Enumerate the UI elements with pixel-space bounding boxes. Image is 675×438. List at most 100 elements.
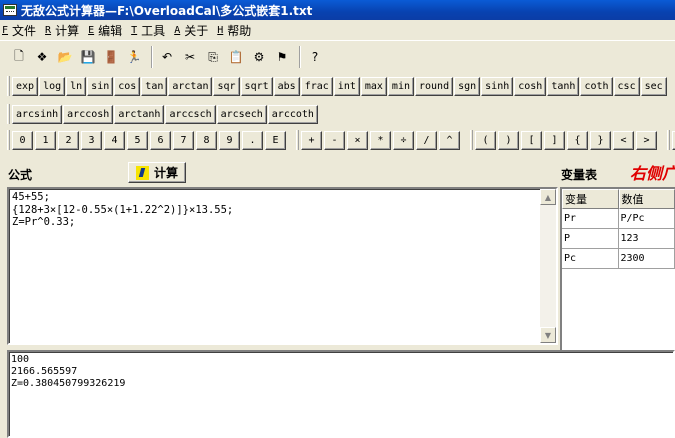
function-button[interactable]: sqr (213, 76, 240, 96)
operator-button[interactable]: / (416, 130, 437, 150)
scroll-up-icon[interactable]: ▲ (540, 189, 556, 205)
toolbar-grip[interactable] (7, 104, 10, 124)
function-button[interactable]: arctan (168, 76, 213, 96)
result-output[interactable]: 100 2166.565597 Z=0.380450799326219 (7, 350, 675, 438)
operator-button[interactable]: * (370, 130, 391, 150)
function-button[interactable]: log (39, 76, 66, 96)
formula-label: 公式 (8, 168, 33, 182)
digit-button[interactable]: 4 (104, 130, 125, 150)
bracket-button[interactable]: [ (521, 130, 542, 150)
function-button[interactable]: arcsech (216, 104, 267, 124)
table-row[interactable]: Pr P/Pc (562, 209, 675, 229)
function-button[interactable]: coth (580, 76, 613, 96)
new-file-icon[interactable]: 🗋 (9, 47, 29, 68)
digit-button[interactable]: 3 (81, 130, 102, 150)
bracket-button[interactable]: ( (475, 130, 496, 150)
menu-item-4[interactable]: A 关于 (174, 22, 208, 39)
digit-button[interactable]: 7 (173, 130, 194, 150)
digit-button[interactable]: 8 (196, 130, 217, 150)
function-button[interactable]: arccoth (267, 104, 318, 124)
exit-icon[interactable]: 🚪 (101, 47, 121, 68)
toolbar-separator (151, 46, 153, 68)
open-folder-icon[interactable]: 📂 (55, 47, 75, 68)
editor-scrollbar[interactable]: ▲ ▼ (540, 189, 556, 343)
toolbar-grip[interactable] (7, 76, 10, 96)
table-row[interactable]: P 123 (562, 229, 675, 249)
function-button[interactable]: int (333, 76, 360, 96)
toolbar-grip[interactable] (7, 130, 10, 150)
function-button[interactable]: csc (613, 76, 640, 96)
toolbar-grip[interactable] (470, 130, 473, 150)
menu-item-5[interactable]: H 帮助 (217, 22, 251, 39)
function-button[interactable]: abs (273, 76, 300, 96)
function-button[interactable]: exp (12, 76, 39, 96)
bracket-button[interactable]: } (590, 130, 611, 150)
function-button[interactable]: arcsinh (12, 104, 63, 124)
variable-name-cell[interactable]: Pc (562, 249, 619, 269)
formula-text[interactable]: 45+55; {128+3×[12-0.55×(1+1.22^2)]}×13.5… (12, 191, 538, 229)
function-button[interactable]: sgn (454, 76, 481, 96)
digit-button[interactable]: . (242, 130, 263, 150)
toolbar-grip[interactable] (296, 130, 299, 150)
variable-value-cell[interactable]: 123 (618, 229, 675, 249)
operator-button[interactable]: ÷ (393, 130, 414, 150)
digit-button[interactable]: E (265, 130, 286, 150)
digit-button[interactable]: 0 (12, 130, 33, 150)
run-icon[interactable]: 🏃 (124, 47, 144, 68)
template-icon[interactable]: ❖ (32, 47, 52, 68)
function-button[interactable]: arccosh (63, 104, 114, 124)
menu-item-1[interactable]: R 计算 (45, 22, 79, 39)
function-button[interactable]: frac (300, 76, 333, 96)
undo-icon[interactable]: ↶ (157, 47, 177, 68)
operator-button[interactable]: - (324, 130, 345, 150)
menu-item-2[interactable]: E 编辑 (88, 22, 122, 39)
function-button[interactable]: ln (66, 76, 87, 96)
operator-button[interactable]: × (347, 130, 368, 150)
column-header-variable[interactable]: 变量 (562, 189, 619, 209)
operator-button[interactable]: + (301, 130, 322, 150)
digit-button[interactable]: 1 (35, 130, 56, 150)
column-header-value[interactable]: 数值 (618, 189, 675, 209)
menu-item-3[interactable]: T 工具 (131, 22, 165, 39)
cut-icon[interactable]: ✂ (180, 47, 200, 68)
calculate-button[interactable]: 计算 (128, 162, 186, 183)
variable-value-cell[interactable]: 2300 (618, 249, 675, 269)
function-button[interactable]: sinh (481, 76, 514, 96)
flag-icon[interactable]: ⚑ (272, 47, 292, 68)
bracket-button[interactable]: ) (498, 130, 519, 150)
function-button[interactable]: arctanh (114, 104, 165, 124)
bracket-button[interactable]: < (613, 130, 634, 150)
function-button[interactable]: round (414, 76, 454, 96)
scroll-down-icon[interactable]: ▼ (540, 327, 556, 343)
function-button[interactable]: max (360, 76, 387, 96)
bracket-button[interactable]: { (567, 130, 588, 150)
menu-item-0[interactable]: F 文件 (2, 22, 36, 39)
save-icon[interactable]: 💾 (78, 47, 98, 68)
function-button[interactable]: tan (141, 76, 168, 96)
variable-value-cell[interactable]: P/Pc (618, 209, 675, 229)
digit-button[interactable]: 2 (58, 130, 79, 150)
function-button[interactable]: tanh (547, 76, 580, 96)
bracket-button[interactable]: > (636, 130, 657, 150)
copy-icon[interactable]: ⎘ (203, 47, 223, 68)
clear-icon[interactable]: ⚙ (249, 47, 269, 68)
variable-name-cell[interactable]: P (562, 229, 619, 249)
function-button[interactable]: sec (640, 76, 667, 96)
function-button[interactable]: cos (114, 76, 141, 96)
function-button[interactable]: cosh (514, 76, 547, 96)
paste-icon[interactable]: 📋 (226, 47, 246, 68)
variable-name-cell[interactable]: Pr (562, 209, 619, 229)
operator-button[interactable]: ^ (439, 130, 460, 150)
function-button[interactable]: sin (87, 76, 114, 96)
digit-button[interactable]: 6 (150, 130, 171, 150)
table-row[interactable]: Pc 2300 (562, 249, 675, 269)
digit-button[interactable]: 5 (127, 130, 148, 150)
toolbar-grip[interactable] (667, 130, 670, 150)
help-icon[interactable]: ? (305, 47, 325, 68)
formula-editor[interactable]: 45+55; {128+3×[12-0.55×(1+1.22^2)]}×13.5… (7, 187, 558, 345)
digit-button[interactable]: 9 (219, 130, 240, 150)
bracket-button[interactable]: ] (544, 130, 565, 150)
function-button[interactable]: arccsch (165, 104, 216, 124)
function-button[interactable]: sqrt (240, 76, 273, 96)
function-button[interactable]: min (387, 76, 414, 96)
